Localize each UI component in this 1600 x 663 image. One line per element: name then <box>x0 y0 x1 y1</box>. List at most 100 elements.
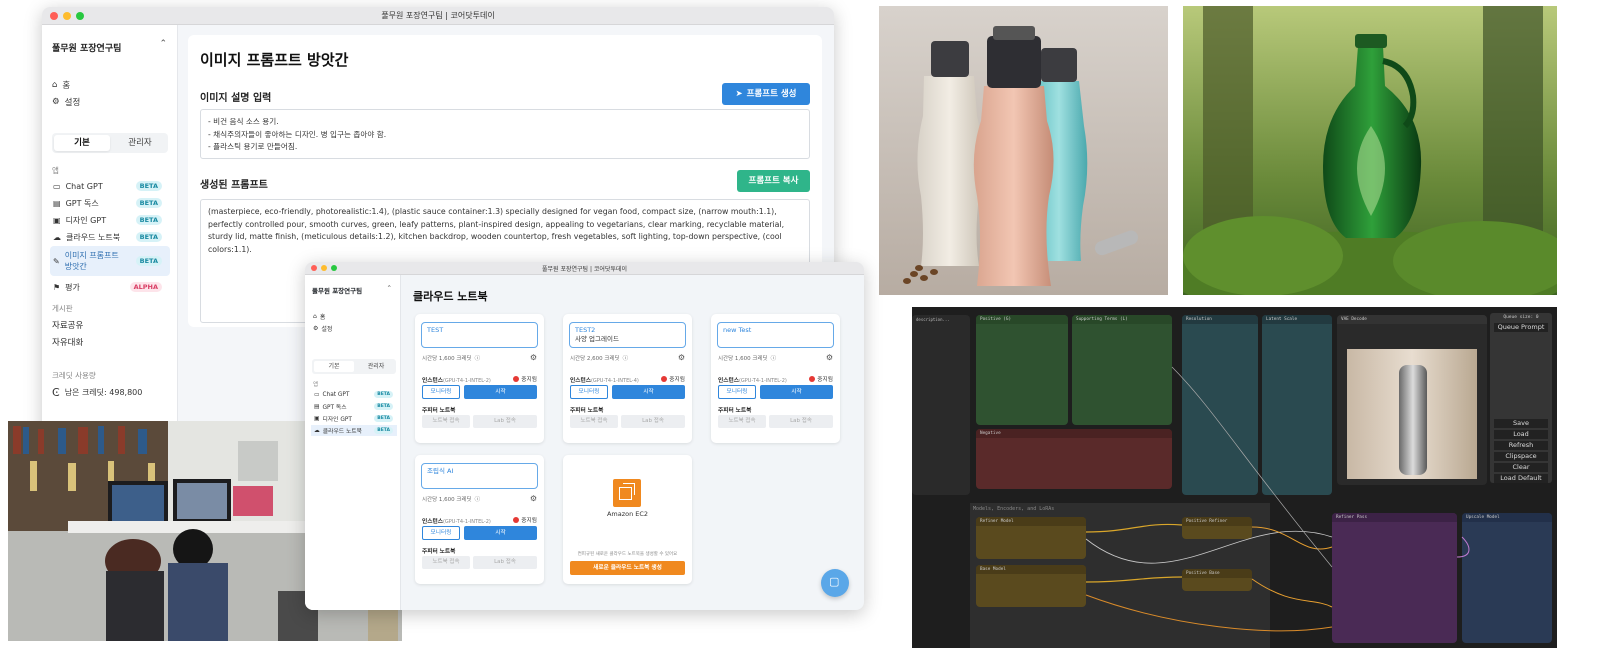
lab-connect-button[interactable]: Lab 접속 <box>621 415 685 428</box>
wand-icon: ✎ <box>53 256 60 266</box>
sidebar-item-gptdocs[interactable]: ▤ GPT 독스 BETA <box>311 401 397 412</box>
resolution-nodes[interactable]: Resolution <box>1182 315 1258 495</box>
node-title: Supporting Terms (L) <box>1072 315 1172 324</box>
positive-refiner-node[interactable]: Positive Refiner <box>1182 517 1252 539</box>
bottle-preview <box>1399 365 1427 475</box>
chevron-updown-icon[interactable]: ⌃ <box>159 39 167 49</box>
positive-base-node[interactable]: Positive Base <box>1182 569 1252 591</box>
load-default-button[interactable]: Load Default <box>1494 474 1548 483</box>
sidebar-item-designgpt[interactable]: ▣ 디자인 GPT BETA <box>311 413 397 424</box>
gear-icon[interactable]: ⚙ <box>530 494 537 503</box>
notebook-connect-button[interactable]: 노트북 접속 <box>422 556 470 569</box>
tab-admin[interactable]: 관리자 <box>112 133 168 153</box>
save-button[interactable]: Save <box>1494 419 1548 428</box>
node-title: Negative <box>976 429 1172 438</box>
sidebar-item-cloud-notebook[interactable]: ☁ 클라우드 노트북 BETA <box>50 229 170 245</box>
supporting-terms-node[interactable]: Supporting Terms (L) <box>1072 315 1172 425</box>
notebook-name-field[interactable]: TEST <box>421 322 538 348</box>
sidebar-item-gptdocs[interactable]: ▤ GPT 독스 BETA <box>50 195 170 211</box>
notebook-name-field[interactable]: TEST2 사양 업그레이드 <box>569 322 686 348</box>
nav-settings[interactable]: ⚙ 설정 <box>313 324 332 333</box>
positive-prompt-node[interactable]: Positive (G) <box>976 315 1068 425</box>
notebook-connect-button[interactable]: 노트북 접속 <box>422 415 470 428</box>
chat-fab-button[interactable]: ▢ <box>821 569 849 597</box>
info-icon[interactable]: ⓘ <box>623 354 629 362</box>
lab-connect-button[interactable]: Lab 접속 <box>473 415 537 428</box>
monitor-button[interactable]: 모니터링 <box>570 385 608 399</box>
lab-connect-button[interactable]: Lab 접속 <box>473 556 537 569</box>
instance-type: (GPU-T4-1-INTEL-2) <box>738 378 787 384</box>
queue-prompt-button[interactable]: Queue Prompt <box>1494 323 1548 332</box>
notes-node[interactable]: description... <box>912 315 970 495</box>
sidebar-item-evaluation[interactable]: ⚑ 평가 ALPHA <box>50 279 170 295</box>
start-button[interactable]: 시작 <box>464 526 537 540</box>
start-button[interactable]: 시작 <box>612 385 685 399</box>
refiner-pass-node[interactable]: Refiner Pass <box>1332 513 1457 643</box>
info-icon[interactable]: ⓘ <box>475 354 481 362</box>
window-titlebar: 풀무원 포장연구팀 | 코어닷투데이 <box>42 7 834 25</box>
clipspace-button[interactable]: Clipspace <box>1494 452 1548 461</box>
lab-connect-button[interactable]: Lab 접속 <box>769 415 833 428</box>
notebook-name-field[interactable]: new Test <box>717 322 834 348</box>
team-name[interactable]: 풀무원 포장연구팀 <box>52 41 121 54</box>
status-badge: BETA <box>374 415 393 422</box>
stopped-dot-icon <box>513 375 520 382</box>
sidebar: 풀무원 포장연구팀 ⌃ ⌂ 홈 ⚙ 설정 기본 관리자 앱 ▭ Chat GPT BET… <box>42 25 178 457</box>
section-board-label: 게시판 <box>52 304 73 313</box>
load-button[interactable]: Load <box>1494 430 1548 439</box>
tab-admin[interactable]: 관리자 <box>356 359 396 374</box>
nav-settings[interactable]: ⚙ 설정 <box>52 96 80 108</box>
description-textarea[interactable]: - 비건 음식 소스 용기. - 채식주의자들이 좋아하는 디자인. 병 입구는… <box>200 109 810 159</box>
status-badge: BETA <box>135 256 162 266</box>
status-text: 중지됨 <box>669 377 685 383</box>
page-title: 클라우드 노트북 <box>413 290 488 303</box>
start-button[interactable]: 시작 <box>760 385 833 399</box>
status-badge: 중지됨 <box>809 374 833 383</box>
monitor-button[interactable]: 모니터링 <box>422 526 460 540</box>
sidebar-item-cloud-notebook[interactable]: ☁ 클라우드 노트북 BETA <box>311 425 397 436</box>
latent-nodes[interactable]: Latent Scale <box>1262 315 1332 495</box>
refiner-model-node[interactable]: Refiner Model <box>976 517 1086 559</box>
copy-prompt-button[interactable]: 프롬프트 복사 <box>737 170 810 192</box>
gear-icon[interactable]: ⚙ <box>530 353 537 362</box>
chevron-updown-icon[interactable]: ⌃ <box>387 284 392 292</box>
sidebar-item-prompt-mill[interactable]: ✎ 이미지 프롬프트 방앗간 BETA <box>50 246 170 276</box>
section-credit-label: 크레딧 사용량 <box>52 371 96 380</box>
notebook-connect-button[interactable]: 노트북 접속 <box>570 415 618 428</box>
sidebar-item-chatgpt[interactable]: ▭ Chat GPT BETA <box>50 178 170 194</box>
notebook-connect-button[interactable]: 노트북 접속 <box>718 415 766 428</box>
sidebar-item-data-share[interactable]: 자료공유 <box>52 319 83 331</box>
notebook-name-field[interactable]: 조립식 AI <box>421 463 538 489</box>
monitor-button[interactable]: 모니터링 <box>422 385 460 399</box>
flag-icon: ⚑ <box>53 282 61 292</box>
preview-image-node[interactable]: VAE Decode <box>1337 315 1487 485</box>
monitor-button[interactable]: 모니터링 <box>718 385 756 399</box>
base-model-node[interactable]: Base Model <box>976 565 1086 607</box>
instance-label: 인스턴스(GPU-T4-1-INTEL-4) <box>570 375 639 384</box>
jupyter-label: 주피터 노트북 <box>570 408 604 414</box>
sidebar-item-chatgpt[interactable]: ▭ Chat GPT BETA <box>311 389 397 400</box>
generate-prompt-button[interactable]: ➤ 프롬프트 생성 <box>722 83 810 105</box>
notebook-card: TEST2 사양 업그레이드 시간당 2,600 크레딧 ⓘ ⚙ 인스턴스(GPU-… <box>563 314 692 443</box>
gear-icon[interactable]: ⚙ <box>826 353 833 362</box>
refresh-button[interactable]: Refresh <box>1494 441 1548 450</box>
create-notebook-button[interactable]: 새로운 클라우드 노트북 생성 <box>570 561 685 575</box>
sidebar-item-designgpt[interactable]: ▣ 디자인 GPT BETA <box>50 212 170 228</box>
sidebar-item-free-talk[interactable]: 자유대화 <box>52 336 83 348</box>
tab-basic[interactable]: 기본 <box>314 361 354 372</box>
team-name[interactable]: 풀무원 포장연구팀 <box>312 285 362 295</box>
nav-home[interactable]: ⌂ 홈 <box>52 79 70 91</box>
negative-prompt-node[interactable]: Negative <box>976 429 1172 489</box>
info-icon[interactable]: ⓘ <box>771 354 777 362</box>
upscale-node[interactable]: Upscale Model <box>1462 513 1552 643</box>
tab-basic[interactable]: 기본 <box>54 135 110 151</box>
instance-type: (GPU-T4-1-INTEL-2) <box>442 519 491 525</box>
clear-button[interactable]: Clear <box>1494 463 1548 472</box>
instance-label: 인스턴스(GPU-T4-1-INTEL-2) <box>422 375 491 384</box>
credit-value: 남은 크레딧: 498,800 <box>64 388 143 397</box>
info-icon[interactable]: ⓘ <box>475 495 481 503</box>
gear-icon[interactable]: ⚙ <box>678 353 685 362</box>
gear-icon: ⚙ <box>313 325 319 332</box>
nav-home[interactable]: ⌂ 홈 <box>313 312 325 321</box>
start-button[interactable]: 시작 <box>464 385 537 399</box>
